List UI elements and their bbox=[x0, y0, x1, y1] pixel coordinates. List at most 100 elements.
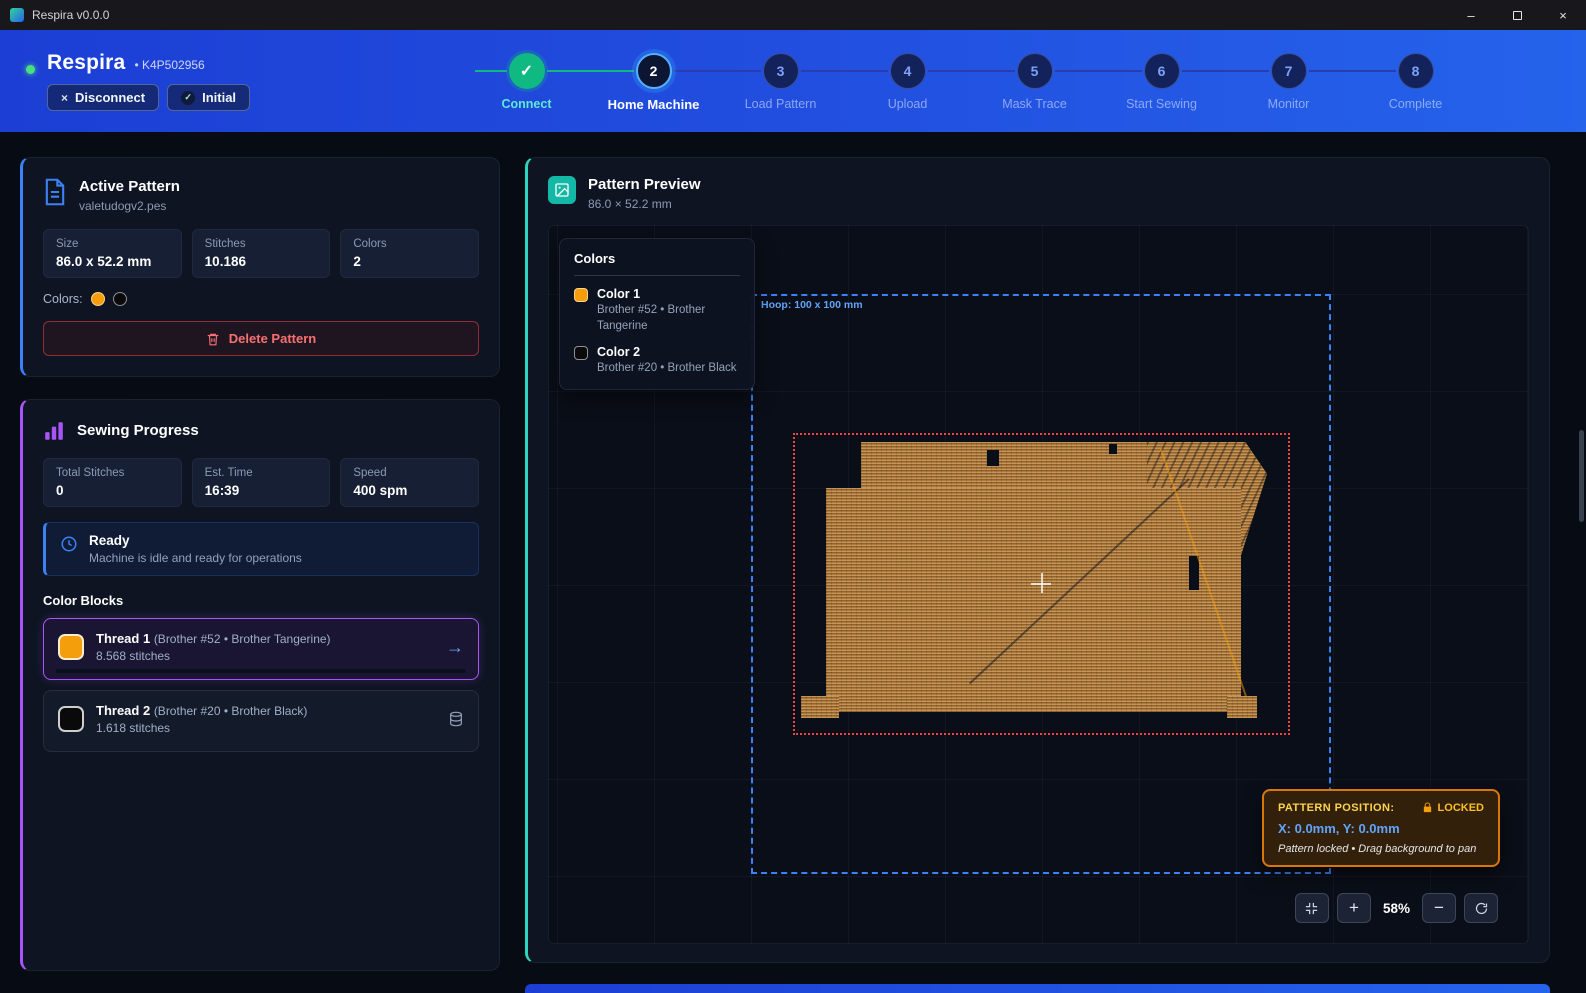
next-section-edge bbox=[525, 984, 1550, 993]
color-blocks-label: Color Blocks bbox=[43, 593, 479, 608]
pattern-filename: valetudogv2.pes bbox=[79, 199, 180, 213]
initial-button[interactable]: ✓ Initial bbox=[167, 84, 250, 111]
arrow-right-icon: → bbox=[446, 637, 464, 658]
pattern-canvas[interactable]: Hoop: 100 x 100 mm Colors bbox=[548, 225, 1529, 944]
scrollbar-thumb[interactable] bbox=[1579, 430, 1584, 522]
pattern-dimensions: 86.0 × 52.2 mm bbox=[588, 197, 701, 211]
status-subtitle: Machine is idle and ready for operations bbox=[89, 551, 302, 565]
clock-icon bbox=[60, 535, 78, 553]
reset-view-button[interactable] bbox=[1464, 893, 1498, 923]
stitch-gap bbox=[1109, 444, 1117, 454]
colors-label: Colors: bbox=[43, 292, 83, 306]
position-label: PATTERN POSITION: bbox=[1278, 802, 1394, 814]
workflow-stepper: ✓ Connect 2 Home Machine 3 Load Pattern … bbox=[386, 53, 1556, 112]
pattern-preview-card: Pattern Preview 86.0 × 52.2 mm Hoop: 100… bbox=[525, 157, 1550, 963]
thread-row-2[interactable]: Thread 2 (Brother #20 • Brother Black) 1… bbox=[43, 690, 479, 752]
locked-badge[interactable]: LOCKED bbox=[1422, 801, 1484, 814]
step-label: Complete bbox=[1352, 97, 1479, 111]
zoom-level: 58% bbox=[1379, 901, 1414, 916]
layers-stack-icon bbox=[448, 711, 464, 727]
stat-stitches: Stitches 10.186 bbox=[192, 229, 331, 278]
title-bar: Respira v0.0.0 – × bbox=[0, 0, 1586, 30]
step-monitor[interactable]: 7 Monitor bbox=[1225, 53, 1352, 112]
color-dot-orange bbox=[91, 292, 105, 306]
thread-row-1[interactable]: Thread 1 (Brother #52 • Brother Tangerin… bbox=[43, 618, 479, 680]
initial-label: Initial bbox=[202, 90, 236, 105]
sewing-progress-title: Sewing Progress bbox=[77, 422, 199, 439]
maximize-icon bbox=[1513, 11, 1522, 20]
step-mask-trace[interactable]: 5 Mask Trace bbox=[971, 53, 1098, 112]
stitch-gap bbox=[987, 450, 999, 466]
step-load-circle: 3 bbox=[763, 53, 799, 89]
thread-progress-track bbox=[56, 669, 466, 673]
zoom-in-button[interactable]: + bbox=[1337, 893, 1371, 923]
maximize-button[interactable] bbox=[1494, 0, 1540, 30]
trash-icon bbox=[206, 332, 220, 346]
fit-view-button[interactable] bbox=[1295, 893, 1329, 923]
refresh-icon bbox=[1474, 901, 1489, 916]
status-title: Ready bbox=[89, 533, 302, 548]
zoom-controls: + 58% − bbox=[1295, 893, 1498, 923]
minimize-button[interactable]: – bbox=[1448, 0, 1494, 30]
stat-size: Size 86.0 x 52.2 mm bbox=[43, 229, 182, 278]
bar-chart-icon bbox=[43, 420, 65, 442]
thread-name: Thread 2 bbox=[96, 703, 150, 718]
close-x-icon: × bbox=[61, 91, 68, 105]
step-monitor-circle: 7 bbox=[1271, 53, 1307, 89]
main-content: Active Pattern valetudogv2.pes Size 86.0… bbox=[0, 132, 1586, 993]
step-label: Connect bbox=[463, 97, 590, 111]
step-upload-circle: 4 bbox=[890, 53, 926, 89]
stat-speed: Speed 400 spm bbox=[340, 458, 479, 507]
stitch-region-body bbox=[826, 488, 1241, 712]
close-button[interactable]: × bbox=[1540, 0, 1586, 30]
step-label: Monitor bbox=[1225, 97, 1352, 111]
machine-serial: • K4P502956 bbox=[134, 58, 204, 72]
delete-pattern-label: Delete Pattern bbox=[229, 331, 316, 346]
active-pattern-title: Active Pattern bbox=[79, 178, 180, 195]
crosshair bbox=[1041, 573, 1043, 593]
step-complete[interactable]: 8 Complete bbox=[1352, 53, 1479, 112]
active-pattern-card: Active Pattern valetudogv2.pes Size 86.0… bbox=[20, 157, 500, 377]
pattern-position-overlay: PATTERN POSITION: LOCKED X: 0.0mm, Y: 0.… bbox=[1262, 789, 1500, 867]
stat-colors: Colors 2 bbox=[340, 229, 479, 278]
check-badge-icon: ✓ bbox=[181, 91, 195, 105]
pattern-preview-title: Pattern Preview bbox=[588, 176, 701, 193]
colors-legend: Colors Color 1 Brother #52 • Brother Tan… bbox=[559, 238, 755, 390]
stitch-region-foot-left bbox=[801, 696, 839, 718]
stat-total-stitches: Total Stitches 0 bbox=[43, 458, 182, 507]
step-home-machine[interactable]: 2 Home Machine bbox=[590, 53, 717, 112]
step-connect[interactable]: ✓ Connect bbox=[463, 53, 590, 112]
lock-icon bbox=[1422, 801, 1433, 814]
disconnect-button[interactable]: × Disconnect bbox=[47, 84, 159, 111]
fit-screen-icon bbox=[1304, 901, 1319, 916]
delete-pattern-button[interactable]: Delete Pattern bbox=[43, 321, 479, 356]
app-icon bbox=[10, 8, 24, 22]
thread-name: Thread 1 bbox=[96, 631, 150, 646]
legend-title: Colors bbox=[574, 251, 740, 276]
step-label: Upload bbox=[844, 97, 971, 111]
thread-stitch-count: 8.568 stitches bbox=[96, 649, 434, 663]
legend-swatch bbox=[574, 288, 588, 302]
position-hint: Pattern locked • Drag background to pan bbox=[1278, 843, 1484, 855]
thread-detail: (Brother #52 • Brother Tangerine) bbox=[154, 632, 331, 646]
machine-status-banner: Ready Machine is idle and ready for oper… bbox=[43, 522, 479, 576]
connection-status-dot bbox=[26, 65, 35, 74]
step-start-sewing[interactable]: 6 Start Sewing bbox=[1098, 53, 1225, 112]
step-mask-circle: 5 bbox=[1017, 53, 1053, 89]
step-load-pattern[interactable]: 3 Load Pattern bbox=[717, 53, 844, 112]
legend-swatch bbox=[574, 346, 588, 360]
stat-est-time: Est. Time 16:39 bbox=[192, 458, 331, 507]
zoom-out-button[interactable]: − bbox=[1422, 893, 1456, 923]
step-label: Load Pattern bbox=[717, 97, 844, 111]
thread-color-swatch bbox=[58, 634, 84, 660]
stitch-region-foot-right bbox=[1227, 696, 1257, 718]
thread-color-swatch bbox=[58, 706, 84, 732]
thread-stitch-count: 1.618 stitches bbox=[96, 721, 436, 735]
image-icon bbox=[548, 176, 576, 204]
disconnect-label: Disconnect bbox=[75, 90, 145, 105]
window-title: Respira v0.0.0 bbox=[32, 8, 109, 22]
document-icon bbox=[43, 178, 67, 206]
step-upload[interactable]: 4 Upload bbox=[844, 53, 971, 112]
step-connect-circle: ✓ bbox=[509, 53, 545, 89]
step-label: Start Sewing bbox=[1098, 97, 1225, 111]
